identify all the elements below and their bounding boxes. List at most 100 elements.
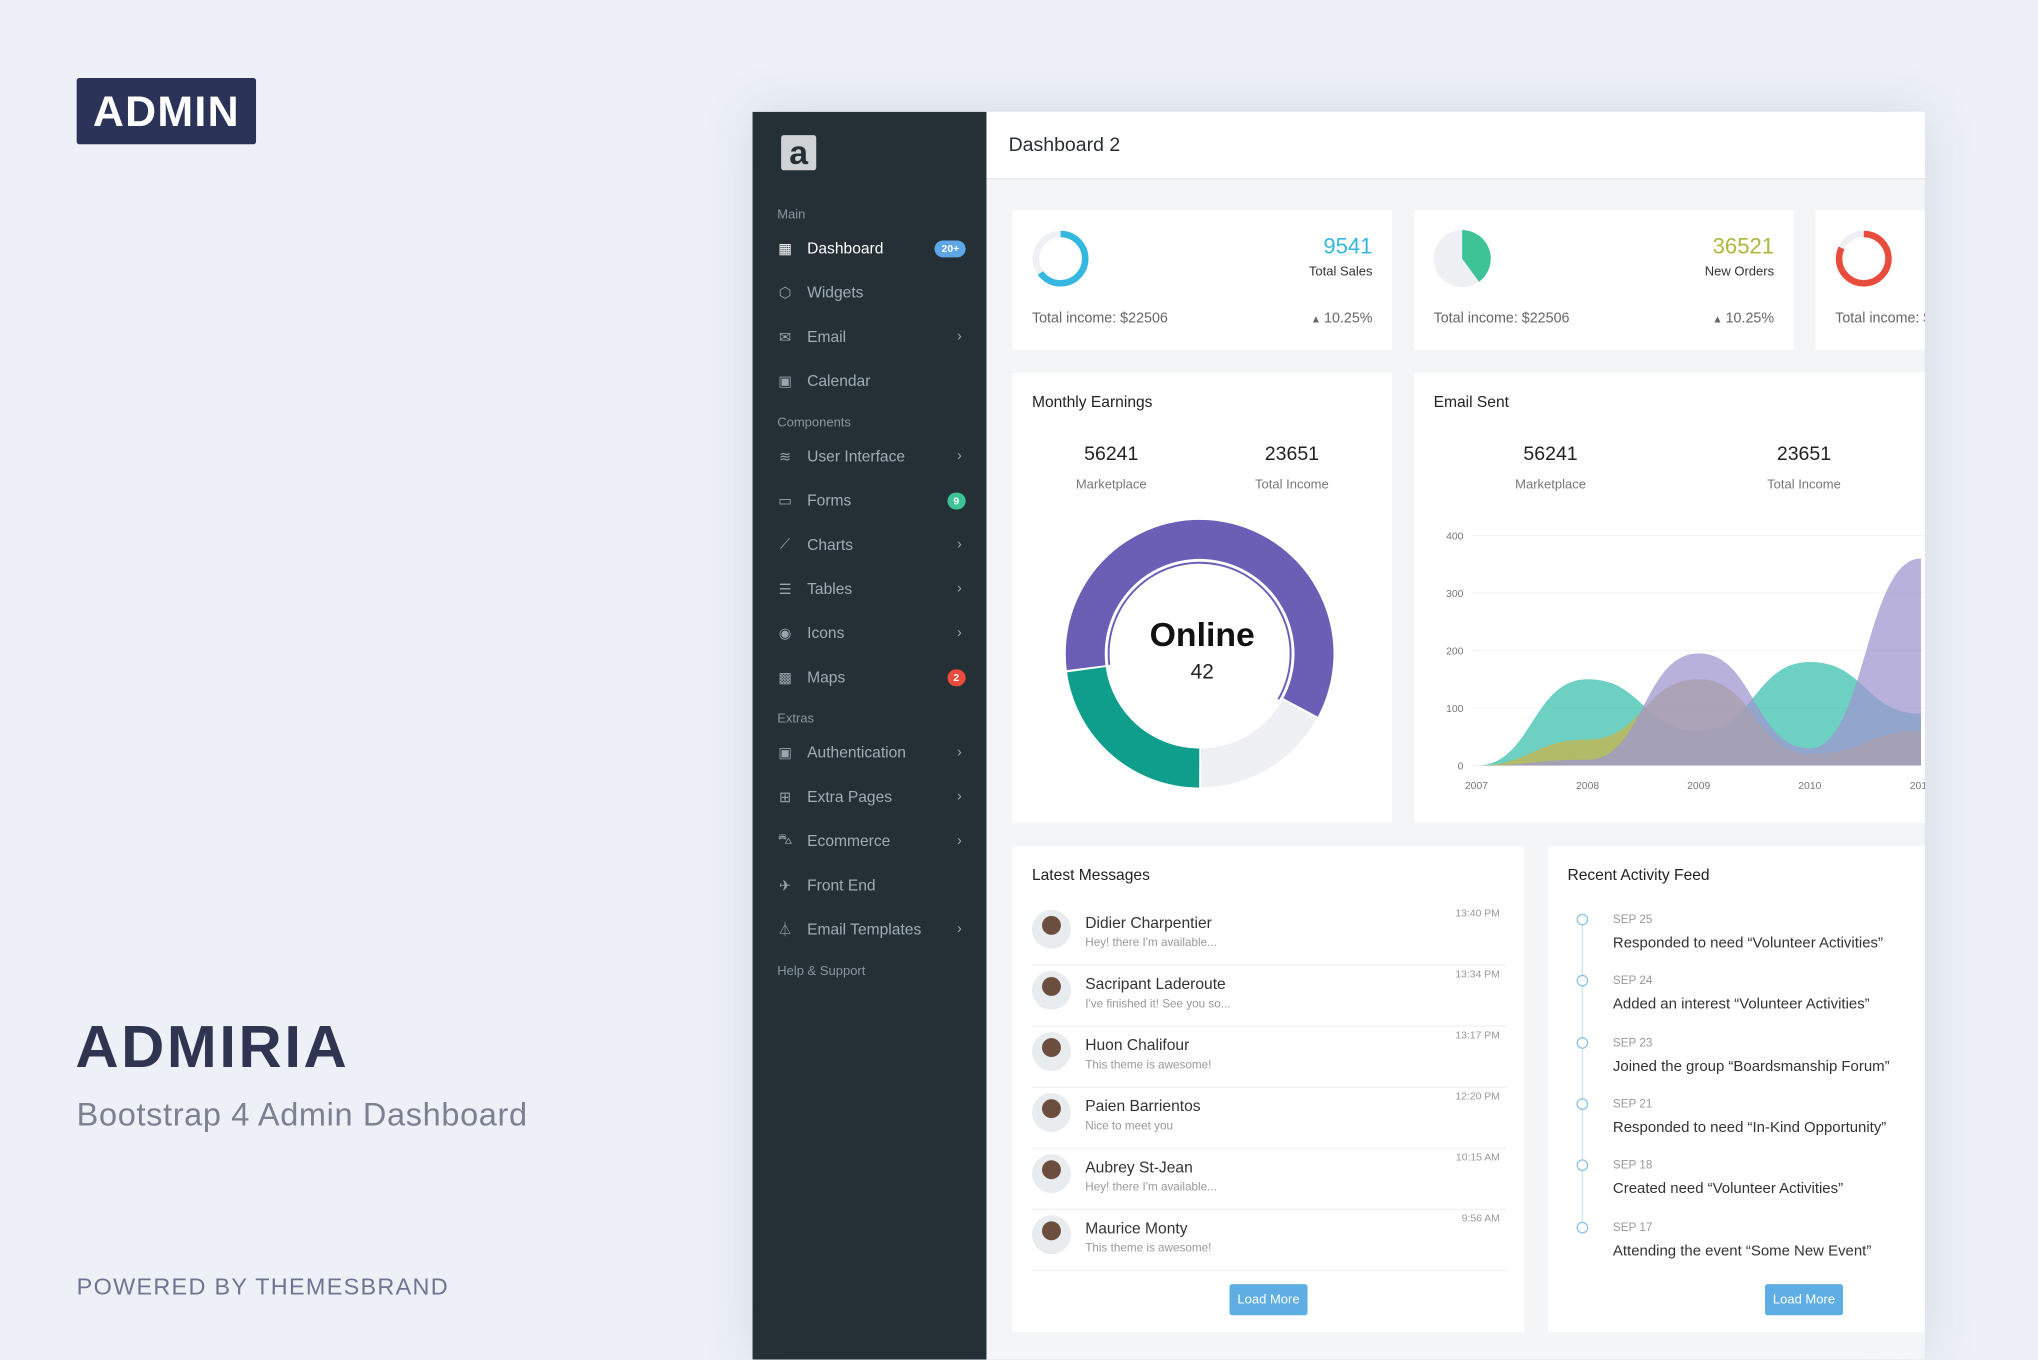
message-item[interactable]: Sacripant Laderoute I've finished it! See…: [1031, 966, 1507, 1027]
message-item[interactable]: Aubrey St-Jean Hey! there I'm available..…: [1031, 1149, 1507, 1211]
sidebar-item-maps[interactable]: ▩ Maps 2: [753, 660, 987, 694]
sidebar-item-calendar[interactable]: ▣ Calendar: [753, 364, 987, 398]
tagline: Bootstrap 4 Admin Dashboard: [76, 1096, 528, 1134]
message-time: 13:34 PM: [1455, 968, 1500, 980]
chevron-right-icon: ›: [957, 536, 962, 553]
stat-income: Total income: $22506: [1835, 310, 1925, 327]
activity-text: Attending the event “Some New Event”: [1612, 1243, 1872, 1259]
x-tick-label: 2010: [1798, 781, 1821, 792]
message-item[interactable]: Didier Charpentier Hey! there I'm availab…: [1031, 905, 1507, 966]
sidebar-item-label: Ecommerce: [807, 831, 891, 851]
y-tick-label: 100: [1446, 704, 1464, 715]
message-time: 13:40 PM: [1455, 907, 1500, 919]
sidebar-section-label: Extras: [777, 712, 815, 727]
sidebar-item-forms[interactable]: ▭ Forms 9: [753, 483, 987, 517]
online-donut-chart: [1065, 519, 1334, 788]
mail-icon: ✉: [779, 329, 792, 346]
stat-pie-chart: [1433, 230, 1491, 288]
load-more-activity-button[interactable]: Load More: [1764, 1284, 1843, 1316]
message-item[interactable]: Huon Chalifour This theme is awesome! 13:1…: [1031, 1027, 1507, 1088]
timeline-dot: [1576, 913, 1589, 926]
latest-messages-card: Latest Messages Didier Charpentier Hey! t…: [1012, 846, 1525, 1333]
sidebar-item-email-templates[interactable]: ⏃ Email Templates ›: [753, 912, 987, 946]
plane-icon: ✈: [779, 877, 792, 894]
message-time: 10:15 AM: [1455, 1151, 1500, 1164]
sidebar-item-label: Authentication: [807, 743, 906, 762]
sidebar-item-email[interactable]: ✉ Email ›: [753, 320, 987, 354]
sidebar-section-label: Help & Support: [777, 964, 866, 979]
sidebar-item-widgets[interactable]: ⬡ Widgets: [753, 276, 987, 310]
y-tick-label: 300: [1446, 589, 1464, 600]
sidebar-item-authentication[interactable]: ▣ Authentication ›: [753, 736, 987, 770]
chevron-right-icon: ›: [957, 328, 962, 345]
avatar: [1031, 970, 1071, 1010]
activity-item: SEP 18 Created need “Volunteer Activities…: [1613, 1158, 1925, 1197]
chevron-right-icon: ›: [957, 921, 962, 938]
sidebar-item-icons[interactable]: ◉ Icons ›: [753, 616, 987, 650]
sidebar-item-tables[interactable]: ☰ Tables ›: [753, 572, 987, 606]
promo-canvas: ADMIN ADMIRIA Bootstrap 4 Admin Dashboar…: [0, 0, 2038, 1360]
sidebar-item-front-end[interactable]: ✈ Front End: [753, 868, 987, 902]
load-more-messages-button[interactable]: Load More: [1229, 1284, 1308, 1316]
layers-icon: ≋: [779, 449, 792, 465]
stat-change-value: 10.25%: [1323, 310, 1373, 327]
timeline-dot: [1576, 1036, 1589, 1049]
y-tick-label: 400: [1446, 531, 1464, 542]
line-chart-icon: ⟋: [780, 536, 791, 552]
sidebar-item-charts[interactable]: ⟋ Charts ›: [753, 528, 987, 562]
sender-name: Didier Charpentier: [1085, 913, 1212, 932]
count-badge: 2: [946, 668, 966, 686]
sidebar-item-label: Dashboard: [807, 239, 884, 258]
calendar-icon: ▣: [778, 373, 792, 390]
card-title: Recent Activity Feed: [1567, 865, 1710, 884]
stat-change: ▲ 10.25%: [1311, 311, 1373, 327]
sidebar-item-user-interface[interactable]: ≋ User Interface ›: [753, 439, 987, 473]
activity-date: SEP 25: [1612, 912, 1653, 926]
stat-card: 9541 Total Sales ▲ 10.25% Total income: $22…: [1012, 210, 1392, 350]
stat-change: ▲ 10.25%: [1712, 311, 1774, 327]
stat-ring-chart: [1032, 230, 1089, 287]
sidebar-item-label: Forms: [807, 491, 852, 510]
activity-item: SEP 23 Joined the group “Boardsmanship Fo…: [1613, 1035, 1925, 1074]
avatar: [1031, 909, 1071, 949]
timeline-dot: [1576, 1098, 1589, 1110]
donut-center-value: 42: [1190, 661, 1214, 684]
sidebar-item-ecommerce[interactable]: ⛍ Ecommerce ›: [753, 824, 987, 858]
message-time: 12:20 PM: [1455, 1090, 1500, 1103]
brand-title: ADMIRIA: [75, 1012, 350, 1081]
sidebar-item-label: User Interface: [807, 447, 906, 466]
sidebar-item-label: Email Templates: [807, 920, 922, 939]
sidebar-item-label: Widgets: [807, 283, 864, 302]
x-tick-label: 2007: [1465, 781, 1488, 792]
activity-text: Added an interest “Volunteer Activities”: [1612, 997, 1870, 1013]
sidebar-item-label: Front End: [807, 875, 876, 895]
message-preview: Nice to meet you: [1085, 1119, 1174, 1133]
activity-date: SEP 24: [1612, 973, 1653, 987]
monthly-earnings-card: Monthly Earnings 56241 Marketplace 23651 T…: [1012, 373, 1392, 823]
message-item[interactable]: Maurice Monty This theme is awesome! 9:56 …: [1031, 1210, 1507, 1272]
message-item[interactable]: Paien Barrientos Nice to meet you 12:20 PM: [1031, 1088, 1507, 1149]
sidebar-item-dashboard[interactable]: ▦ Dashboard 20+: [753, 231, 987, 265]
stat-ring-chart: [1835, 230, 1892, 287]
message-preview: I've finished it! See you so...: [1085, 996, 1231, 1010]
email-area-chart: 0 100 200 300 400 2007 2008 2009 2010 2011: [1446, 531, 1925, 792]
activity-text: Joined the group “Boardsmanship Forum”: [1612, 1058, 1890, 1075]
eye-icon: ◉: [778, 625, 792, 642]
logo[interactable]: a: [781, 135, 817, 171]
timeline-dot: [1576, 975, 1589, 987]
count-badge: 20+: [935, 239, 966, 257]
stat-income: Total income: $22506: [1031, 310, 1168, 327]
avatar: [1031, 1093, 1071, 1133]
sidebar: a Main ▦ Dashboard 20+ ⬡ Widgets ✉ Email › ▣ Calen…: [752, 111, 987, 1360]
stat-value: 36521: [1712, 233, 1775, 259]
email-sent-card: Email Sent 56241 Marketplace 23651 Total I…: [1414, 373, 1925, 823]
activity-item: SEP 24 Added an interest “Volunteer Activ…: [1613, 974, 1925, 1013]
card-title: Latest Messages: [1031, 865, 1150, 884]
activity-item: SEP 17 Attending the event “Some New Even…: [1613, 1220, 1925, 1259]
sidebar-item-extra-pages[interactable]: ⊞ Extra Pages ›: [753, 780, 987, 814]
flask-icon: ⏃: [777, 922, 793, 939]
chevron-right-icon: ›: [957, 788, 962, 805]
pages-icon: ⊞: [779, 789, 792, 806]
sender-name: Sacripant Laderoute: [1085, 974, 1226, 993]
avatar: [1031, 1031, 1071, 1071]
